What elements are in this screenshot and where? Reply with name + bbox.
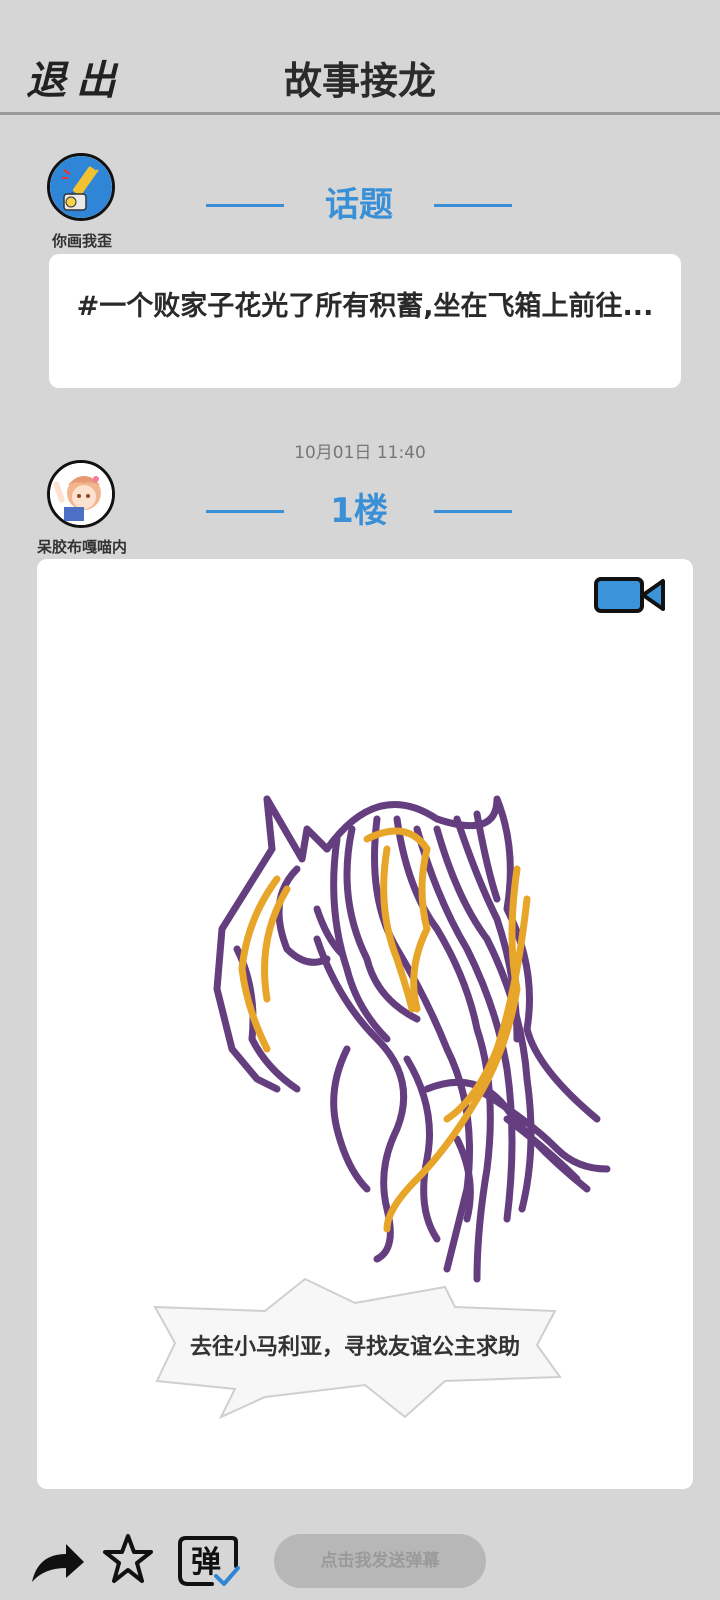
drawing-card[interactable]: 去往小马利亚，寻找友谊公主求助 bbox=[37, 559, 693, 1489]
share-arrow-icon[interactable] bbox=[30, 1540, 86, 1586]
topic-author-avatar[interactable] bbox=[47, 153, 115, 221]
heading-line-left bbox=[206, 204, 284, 207]
header: 退出 故事接龙 bbox=[0, 0, 720, 115]
pony-drawing bbox=[213, 795, 611, 1283]
topic-card[interactable]: #一个败家子花光了所有积蓄,坐在飞箱上前往... bbox=[49, 254, 681, 388]
page-title: 故事接龙 bbox=[283, 59, 436, 103]
pencil-avatar-icon bbox=[50, 156, 112, 218]
anime-girl-avatar-icon bbox=[50, 463, 112, 525]
video-camera-icon[interactable] bbox=[593, 575, 667, 615]
story-chain-page: 退出 故事接龙 你画我歪 话题 #一个败家子花光了所有积蓄,坐在飞箱上前往...… bbox=[0, 0, 720, 1600]
floor-author-avatar[interactable] bbox=[47, 460, 115, 528]
topic-text: #一个败家子花光了所有积蓄,坐在飞箱上前往... bbox=[76, 291, 654, 322]
topic-heading-label: 话题 bbox=[325, 185, 393, 225]
star-icon[interactable] bbox=[101, 1532, 155, 1586]
danmu-input[interactable]: 点击我发送弹幕 bbox=[274, 1534, 486, 1588]
danmu-toggle-icon: 弹 bbox=[178, 1536, 240, 1586]
heading-line-left bbox=[206, 510, 284, 513]
topic-heading: 话题 bbox=[206, 180, 512, 230]
heading-line-right bbox=[434, 204, 512, 207]
bottom-toolbar: 弹 点击我发送弹幕 bbox=[0, 1510, 720, 1600]
caption-text: 去往小马利亚，寻找友谊公主求助 bbox=[189, 1335, 520, 1360]
floor-heading-label: 1楼 bbox=[330, 491, 388, 531]
floor-author-name: 呆胶布嘎喵内 bbox=[36, 538, 127, 556]
floor-heading: 1楼 bbox=[206, 486, 512, 536]
post-timestamp: 10月01日 11:40 bbox=[294, 443, 426, 463]
danmu-toggle-button[interactable]: 弹 bbox=[176, 1530, 242, 1592]
caption-bubble: 去往小马利亚，寻找友谊公主求助 bbox=[145, 1277, 565, 1427]
topic-author-name: 你画我歪 bbox=[51, 232, 112, 250]
header-divider bbox=[0, 112, 720, 115]
danmu-toggle-char: 弹 bbox=[191, 1545, 221, 1580]
heading-line-right bbox=[434, 510, 512, 513]
